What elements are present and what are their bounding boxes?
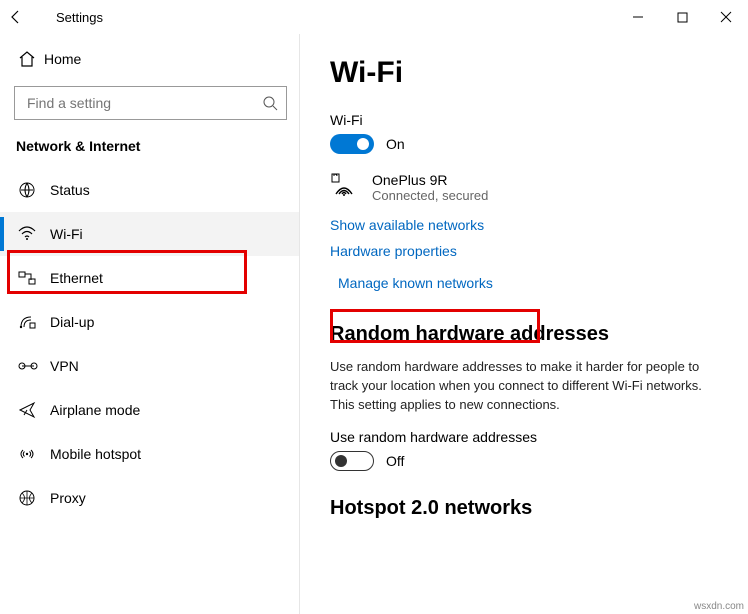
rha-sublabel: Use random hardware addresses xyxy=(330,429,718,445)
rha-heading: Random hardware addresses xyxy=(330,323,718,346)
sidebar-item-wifi[interactable]: Wi-Fi xyxy=(0,212,299,256)
hotspot-heading: Hotspot 2.0 networks xyxy=(330,497,718,520)
sidebar-item-label: Airplane mode xyxy=(50,402,140,418)
link-manage-known[interactable]: Manage known networks xyxy=(330,269,718,297)
status-icon xyxy=(18,181,50,199)
minimize-button[interactable] xyxy=(616,0,660,34)
page-title: Wi-Fi xyxy=(330,56,718,90)
sidebar-item-dialup[interactable]: Dial-up xyxy=(0,300,299,344)
ethernet-icon xyxy=(18,270,50,286)
proxy-icon xyxy=(18,490,50,506)
hotspot-icon xyxy=(18,446,50,462)
sidebar-item-label: Mobile hotspot xyxy=(50,446,141,462)
home-icon xyxy=(18,50,44,68)
wifi-toggle-state: On xyxy=(386,136,405,152)
sidebar-category: Network & Internet xyxy=(0,134,299,168)
wifi-icon xyxy=(18,226,50,242)
rha-toggle[interactable]: Off xyxy=(330,451,718,471)
search-icon xyxy=(262,95,278,111)
sidebar-item-label: Dial-up xyxy=(50,314,94,330)
dialup-icon xyxy=(18,314,50,330)
search-box[interactable] xyxy=(14,86,287,120)
sidebar-item-label: Ethernet xyxy=(50,270,103,286)
sidebar-item-label: VPN xyxy=(50,358,79,374)
content-pane: Wi-Fi Wi-Fi On OnePlus 9R Connected, sec… xyxy=(300,34,748,614)
network-status: Connected, secured xyxy=(372,188,488,203)
current-network: OnePlus 9R Connected, secured xyxy=(330,172,718,203)
network-name: OnePlus 9R xyxy=(372,172,488,188)
sidebar-item-label: Wi-Fi xyxy=(50,226,83,242)
wifi-lock-icon xyxy=(330,172,360,198)
window-controls xyxy=(616,0,748,34)
sidebar-item-proxy[interactable]: Proxy xyxy=(0,476,299,520)
vpn-icon xyxy=(18,359,50,373)
wifi-toggle[interactable]: On xyxy=(330,134,718,154)
watermark: wsxdn.com xyxy=(694,601,744,612)
wifi-label: Wi-Fi xyxy=(330,112,718,128)
back-button[interactable] xyxy=(8,9,42,25)
sidebar-item-label: Proxy xyxy=(50,490,86,506)
home-link[interactable]: Home xyxy=(0,42,299,76)
sidebar-item-ethernet[interactable]: Ethernet xyxy=(0,256,299,300)
maximize-button[interactable] xyxy=(660,0,704,34)
sidebar: Home Network & Internet Status Wi-Fi xyxy=(0,34,300,614)
sidebar-item-vpn[interactable]: VPN xyxy=(0,344,299,388)
sidebar-item-airplane[interactable]: Airplane mode xyxy=(0,388,299,432)
sidebar-item-label: Status xyxy=(50,182,90,198)
sidebar-item-status[interactable]: Status xyxy=(0,168,299,212)
sidebar-item-hotspot[interactable]: Mobile hotspot xyxy=(0,432,299,476)
close-button[interactable] xyxy=(704,0,748,34)
rha-description: Use random hardware addresses to make it… xyxy=(330,358,718,415)
airplane-icon xyxy=(18,401,50,419)
link-hardware-props[interactable]: Hardware properties xyxy=(330,243,718,259)
search-input[interactable] xyxy=(25,94,262,112)
home-label: Home xyxy=(44,51,81,67)
window-title: Settings xyxy=(42,10,103,25)
link-show-available[interactable]: Show available networks xyxy=(330,217,718,233)
rha-toggle-state: Off xyxy=(386,453,404,469)
titlebar: Settings xyxy=(0,0,748,34)
